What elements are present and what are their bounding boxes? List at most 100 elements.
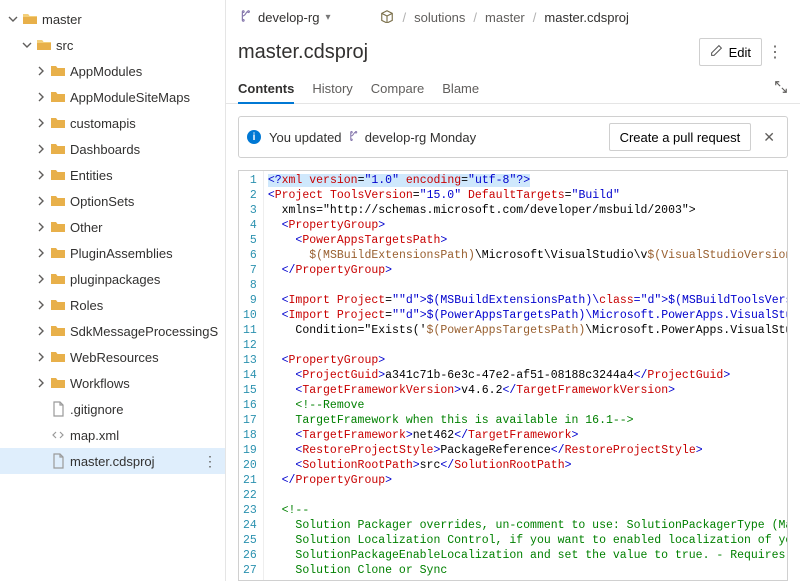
- page-title: master.cdsproj: [238, 41, 368, 64]
- tree-label: customapis: [70, 116, 136, 131]
- chevron-down-icon: [6, 12, 20, 26]
- tree-label: master: [42, 12, 82, 27]
- tabs: Contents History Compare Blame: [226, 74, 800, 104]
- tree-label: src: [56, 38, 73, 53]
- tree-folder-master[interactable]: master: [0, 6, 225, 32]
- tree-label: pluginpackages: [70, 272, 160, 287]
- chevron-right-icon: [34, 168, 48, 182]
- chevron-right-icon: [34, 376, 48, 390]
- close-icon[interactable]: ✕: [759, 129, 779, 146]
- chevron-right-icon: [34, 272, 48, 286]
- folder-icon: [50, 349, 66, 365]
- file-icon: [50, 401, 66, 417]
- tree-folder[interactable]: Entities: [0, 162, 225, 188]
- tree-file[interactable]: .gitignore⋮: [0, 396, 225, 422]
- tree-label: Entities: [70, 168, 113, 183]
- tree-folder[interactable]: Workflows: [0, 370, 225, 396]
- folder-icon: [50, 375, 66, 391]
- repo-root-icon[interactable]: [380, 9, 394, 26]
- more-actions-button[interactable]: ⋮: [762, 42, 788, 62]
- tree-folder[interactable]: Other: [0, 214, 225, 240]
- breadcrumb-current: master.cdsproj: [544, 10, 629, 25]
- chevron-right-icon: [34, 116, 48, 130]
- chevron-right-icon: [34, 142, 48, 156]
- tab-blame[interactable]: Blame: [442, 74, 479, 103]
- tree-label: WebResources: [70, 350, 159, 365]
- folder-icon: [50, 323, 66, 339]
- tree-folder[interactable]: WebResources: [0, 344, 225, 370]
- chevron-right-icon: [34, 324, 48, 338]
- folder-icon: [50, 193, 66, 209]
- tree-folder[interactable]: customapis: [0, 110, 225, 136]
- line-gutter: 1234567891011121314151617181920212223242…: [239, 171, 264, 580]
- branch-icon: [238, 9, 252, 26]
- folder-icon: [50, 297, 66, 313]
- tree-file[interactable]: master.cdsproj ⋮: [0, 448, 225, 474]
- folder-icon: [50, 219, 66, 235]
- tree-folder[interactable]: AppModules: [0, 58, 225, 84]
- tree-label: PluginAssemblies: [70, 246, 173, 261]
- code-content[interactable]: <?xml version="1.0" encoding="utf-8"?><P…: [264, 171, 787, 580]
- code-file-icon: [50, 427, 66, 443]
- update-notice: i You updated develop-rg Monday Create a…: [238, 116, 788, 158]
- tree-label: master.cdsproj: [70, 454, 155, 469]
- folder-icon: [50, 141, 66, 157]
- tree-folder[interactable]: PluginAssemblies: [0, 240, 225, 266]
- folder-icon: [22, 11, 38, 27]
- breadcrumb-part[interactable]: solutions: [414, 10, 465, 25]
- tree-folder[interactable]: OptionSets: [0, 188, 225, 214]
- branch-selector[interactable]: develop-rg ▾: [238, 9, 330, 26]
- tree-folder[interactable]: Dashboards: [0, 136, 225, 162]
- breadcrumb: / solutions / master / master.cdsproj: [380, 9, 628, 26]
- tab-contents[interactable]: Contents: [238, 75, 294, 104]
- folder-icon: [50, 63, 66, 79]
- tree-file[interactable]: map.xml⋮: [0, 422, 225, 448]
- tab-history[interactable]: History: [312, 74, 352, 103]
- tree-label: Roles: [70, 298, 103, 313]
- chevron-down-icon: [20, 38, 34, 52]
- page-title-row: master.cdsproj Edit ⋮: [226, 34, 800, 74]
- tree-folder[interactable]: pluginpackages: [0, 266, 225, 292]
- folder-icon: [50, 271, 66, 287]
- info-icon: i: [247, 130, 261, 144]
- branch-name: develop-rg: [258, 10, 319, 25]
- create-pr-button[interactable]: Create a pull request: [609, 123, 752, 151]
- tab-compare[interactable]: Compare: [371, 74, 424, 103]
- chevron-right-icon: [34, 246, 48, 260]
- code-viewer: 1234567891011121314151617181920212223242…: [238, 170, 788, 581]
- edit-button[interactable]: Edit: [699, 38, 762, 66]
- folder-icon: [50, 89, 66, 105]
- tree-folder[interactable]: SdkMessageProcessingS: [0, 318, 225, 344]
- breadcrumb-part[interactable]: master: [485, 10, 525, 25]
- notice-text: You updated develop-rg Monday: [269, 130, 476, 145]
- pencil-icon: [710, 44, 723, 60]
- tree-label: AppModules: [70, 64, 142, 79]
- tree-label: SdkMessageProcessingS: [70, 324, 218, 339]
- file-icon: [50, 453, 66, 469]
- folder-icon: [50, 167, 66, 183]
- tree-folder-src[interactable]: src: [0, 32, 225, 58]
- more-actions-button[interactable]: ⋮: [203, 453, 217, 470]
- chevron-down-icon: ▾: [325, 12, 330, 23]
- tree-label: Workflows: [70, 376, 130, 391]
- chevron-right-icon: [34, 298, 48, 312]
- chevron-right-icon: [34, 350, 48, 364]
- chevron-right-icon: [34, 194, 48, 208]
- fullscreen-icon[interactable]: [774, 80, 788, 97]
- branch-icon: [347, 130, 363, 145]
- tree-label: map.xml: [70, 428, 119, 443]
- folder-icon: [50, 245, 66, 261]
- chevron-right-icon: [34, 90, 48, 104]
- file-tree: master src AppModules AppModuleSiteMaps cu…: [0, 0, 226, 581]
- folder-icon: [50, 115, 66, 131]
- tree-folder[interactable]: AppModuleSiteMaps: [0, 84, 225, 110]
- tree-label: .gitignore: [70, 402, 123, 417]
- tree-label: AppModuleSiteMaps: [70, 90, 190, 105]
- folder-icon: [36, 37, 52, 53]
- topbar: develop-rg ▾ / solutions / master / mast…: [226, 0, 800, 34]
- tree-label: Other: [70, 220, 103, 235]
- tree-folder[interactable]: Roles: [0, 292, 225, 318]
- chevron-right-icon: [34, 220, 48, 234]
- main-panel: develop-rg ▾ / solutions / master / mast…: [226, 0, 800, 581]
- tree-label: Dashboards: [70, 142, 140, 157]
